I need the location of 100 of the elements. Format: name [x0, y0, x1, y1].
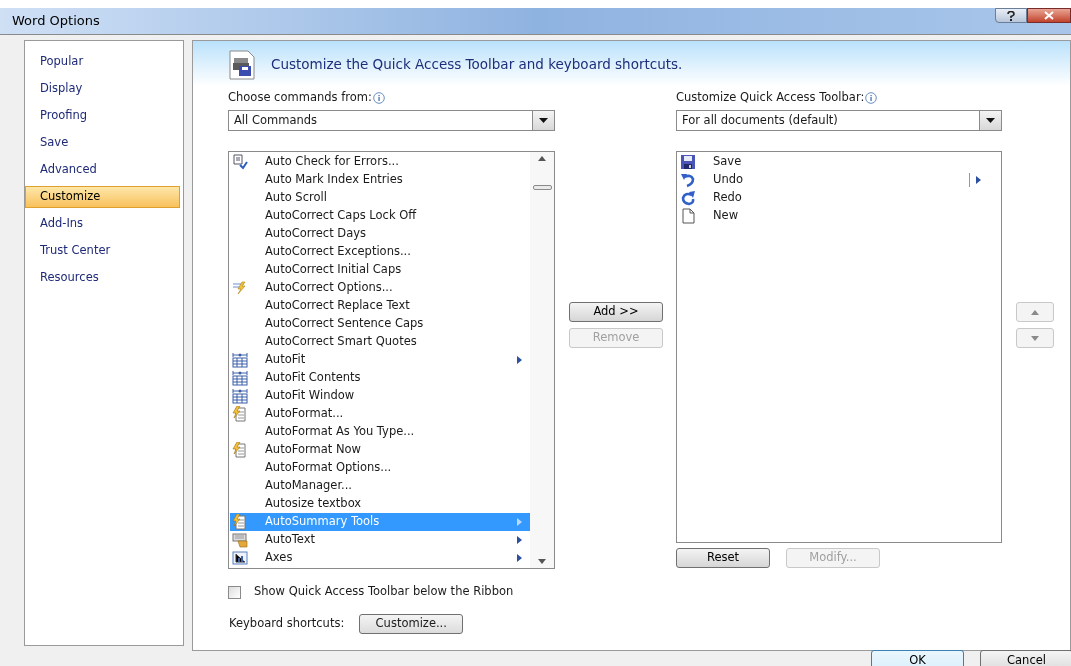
- command-label: AutoCorrect Replace Text: [265, 297, 411, 315]
- sidebar-item[interactable]: Display: [25, 77, 180, 100]
- ok-button[interactable]: OK: [871, 650, 964, 666]
- checkbox[interactable]: [228, 585, 241, 599]
- table-fit-icon: [232, 388, 248, 404]
- info-icon: [865, 92, 878, 104]
- sidebar-item[interactable]: Proofing: [25, 104, 180, 127]
- command-label: Autosize textbox: [265, 495, 363, 513]
- command-label: AutoFit Contents: [265, 369, 362, 387]
- scroll-down-icon[interactable]: [538, 559, 546, 564]
- commands-list[interactable]: [228, 151, 555, 569]
- command-item[interactable]: Auto Scroll: [230, 189, 530, 207]
- command-item[interactable]: AutoFormat Now: [230, 441, 530, 459]
- redo-icon: [680, 190, 696, 206]
- add-button[interactable]: Add >>: [569, 302, 663, 322]
- undo-icon: [680, 172, 696, 188]
- dropdown-arrow-button[interactable]: [979, 111, 1001, 130]
- command-item[interactable]: AutoFit Window: [230, 387, 530, 405]
- command-label: AutoCorrect Exceptions...: [265, 243, 412, 261]
- toolbar-customize-icon: [228, 49, 256, 80]
- command-label: AutoFit Window: [265, 387, 356, 405]
- caret-icon: [986, 118, 995, 123]
- lightning-icon: [232, 280, 248, 296]
- command-item[interactable]: Undo: [678, 171, 989, 189]
- keyboard-hand-icon: [232, 532, 248, 548]
- command-item[interactable]: Redo: [678, 189, 989, 207]
- command-item[interactable]: AutoCorrect Options...: [230, 279, 530, 297]
- page-heading: Customize the Quick Access Toolbar and keyboard shortcuts.: [271, 55, 683, 75]
- info-icon: [372, 92, 385, 104]
- command-label: AutoManager...: [265, 477, 354, 495]
- help-icon: [1007, 10, 1015, 21]
- command-label: AutoSummary Tools: [265, 513, 381, 531]
- sidebar-item[interactable]: Trust Center: [25, 239, 180, 262]
- sidebar-item[interactable]: Popular: [25, 50, 180, 73]
- command-label: Redo: [713, 189, 743, 207]
- command-item[interactable]: AutoCorrect Caps Lock Off: [230, 207, 530, 225]
- command-label: AutoCorrect Days: [265, 225, 368, 243]
- command-label: AutoFormat Now: [265, 441, 362, 459]
- toolbar-scope-dropdown[interactable]: For all documents (default): [676, 110, 1002, 131]
- command-label: AutoText: [265, 531, 316, 549]
- command-item[interactable]: Axes: [230, 549, 530, 567]
- command-item[interactable]: AutoFit: [230, 351, 530, 369]
- command-item[interactable]: AutoCorrect Initial Caps: [230, 261, 530, 279]
- dropdown-arrow-button[interactable]: [532, 111, 554, 130]
- commands-dropdown[interactable]: All Commands: [228, 110, 555, 131]
- command-label: AutoCorrect Options...: [265, 279, 394, 297]
- window-title: Word Options: [12, 12, 100, 31]
- command-label: Auto Check for Errors...: [265, 153, 400, 171]
- scroll-thumb[interactable]: [532, 185, 552, 190]
- command-item[interactable]: AutoCorrect Sentence Caps: [230, 315, 530, 333]
- help-button[interactable]: [995, 8, 1027, 23]
- command-label: AutoFit: [265, 351, 307, 369]
- chart-axes-icon: [232, 550, 248, 566]
- command-item[interactable]: AutoFormat Options...: [230, 459, 530, 477]
- command-item[interactable]: Autosize textbox: [230, 495, 530, 513]
- command-label: Axes: [265, 549, 294, 567]
- scrollbar[interactable]: [530, 152, 554, 568]
- command-item[interactable]: AutoCorrect Exceptions...: [230, 243, 530, 261]
- command-item[interactable]: AutoCorrect Replace Text: [230, 297, 530, 315]
- command-label: AutoCorrect Caps Lock Off: [265, 207, 418, 225]
- command-label: AutoCorrect Initial Caps: [265, 261, 403, 279]
- command-item[interactable]: AutoFormat As You Type...: [230, 423, 530, 441]
- command-item[interactable]: AutoText: [230, 531, 530, 549]
- caret-icon: [539, 118, 548, 123]
- close-button[interactable]: [1027, 8, 1071, 23]
- command-item[interactable]: AutoFormat...: [230, 405, 530, 423]
- sidebar-item[interactable]: Save: [25, 131, 180, 154]
- command-label: AutoFormat...: [265, 405, 345, 423]
- down-arrow-icon: [1031, 335, 1039, 341]
- scroll-up-icon[interactable]: [538, 156, 546, 161]
- blank-document-icon: [680, 208, 696, 224]
- document-lightning-icon: [232, 406, 248, 422]
- command-item[interactable]: New: [678, 207, 989, 225]
- customize-shortcuts-button[interactable]: Customize...: [359, 614, 464, 634]
- command-item[interactable]: Auto Check for Errors...: [230, 153, 530, 171]
- cancel-button[interactable]: Cancel: [980, 650, 1071, 666]
- command-item[interactable]: Save: [678, 153, 989, 171]
- sidebar-item[interactable]: Resources: [25, 266, 180, 289]
- field-label: Choose commands from:: [228, 89, 372, 107]
- document-lightning-icon: [232, 514, 248, 530]
- command-label: New: [713, 207, 740, 225]
- command-label: AutoFormat As You Type...: [265, 423, 416, 441]
- command-item[interactable]: AutoFit Contents: [230, 369, 530, 387]
- command-item[interactable]: Auto Mark Index Entries: [230, 171, 530, 189]
- command-label: AutoFormat Options...: [265, 459, 393, 477]
- toolbar-commands-list[interactable]: Save Undo Redo New: [676, 151, 1002, 543]
- command-item[interactable]: AutoCorrect Smart Quotes: [230, 333, 530, 351]
- table-fit-icon: [232, 370, 248, 386]
- sidebar-item[interactable]: Advanced: [25, 158, 180, 181]
- command-label: AutoCorrect Sentence Caps: [265, 315, 425, 333]
- sidebar-item[interactable]: Add-Ins: [25, 212, 180, 235]
- close-icon: [1044, 11, 1054, 20]
- command-label: Save: [713, 153, 743, 171]
- sidebar-item[interactable]: Customize: [25, 185, 180, 208]
- command-item[interactable]: AutoManager...: [230, 477, 530, 495]
- document-check-icon: [232, 154, 248, 170]
- document-lightning-icon: [232, 442, 248, 458]
- reset-button[interactable]: Reset: [676, 548, 770, 568]
- command-item[interactable]: AutoCorrect Days: [230, 225, 530, 243]
- command-label: Auto Mark Index Entries: [265, 171, 404, 189]
